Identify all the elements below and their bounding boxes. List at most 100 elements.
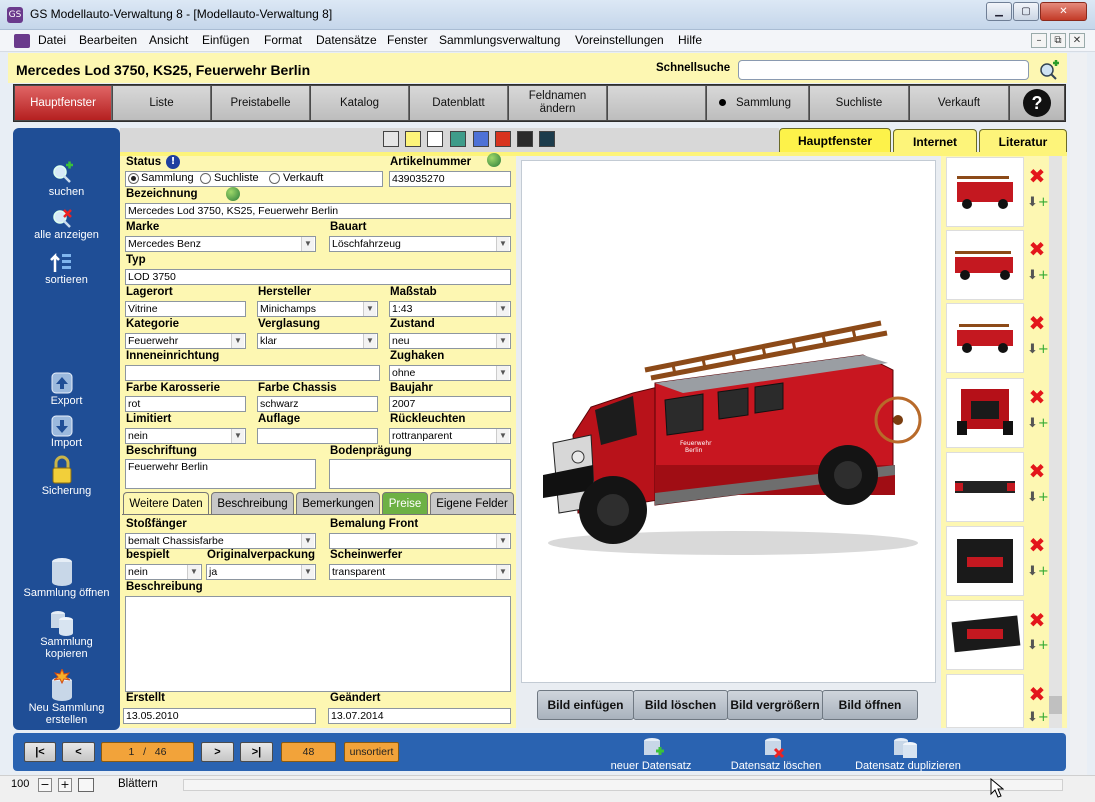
quick-search-input[interactable] xyxy=(738,60,1029,80)
delete-image-icon[interactable]: ✖ xyxy=(1028,313,1046,333)
limitiert-select[interactable]: nein xyxy=(125,428,246,444)
menu-voreinstellungen[interactable]: Voreinstellungen xyxy=(575,33,664,47)
mdi-restore-button[interactable]: ⧉ xyxy=(1050,33,1066,48)
zoom-in-button[interactable]: + xyxy=(58,778,72,792)
delete-image-icon[interactable]: ✖ xyxy=(1028,239,1046,259)
help-button[interactable]: ? xyxy=(1010,86,1064,120)
bemalung-front-select[interactable] xyxy=(329,533,511,549)
minimize-button[interactable]: ▁ xyxy=(986,2,1012,21)
massstab-select[interactable]: 1:43 xyxy=(389,301,511,317)
menu-einfuegen[interactable]: Einfügen xyxy=(202,33,249,47)
nav-suchliste[interactable]: Suchliste xyxy=(810,86,909,120)
beschreibung-textarea[interactable] xyxy=(125,596,511,692)
farbe-karosserie-input[interactable]: rot xyxy=(125,396,246,412)
thumbnail-scrollbar[interactable] xyxy=(1049,156,1062,728)
delete-image-icon[interactable]: ✖ xyxy=(1028,166,1046,186)
color-swatch-red[interactable] xyxy=(495,131,511,147)
thumbnail-6[interactable] xyxy=(946,526,1024,596)
close-button[interactable]: ✕ xyxy=(1040,2,1087,21)
lagerort-input[interactable]: Vitrine xyxy=(125,301,246,317)
farbe-chassis-input[interactable]: schwarz xyxy=(257,396,378,412)
color-swatch-yellow[interactable] xyxy=(405,131,421,147)
export-icon[interactable] xyxy=(50,371,74,395)
thumbnail-8-empty[interactable] xyxy=(946,674,1024,728)
mdi-close-button[interactable]: ✕ xyxy=(1069,33,1085,48)
color-swatch-blue[interactable] xyxy=(473,131,489,147)
first-record-button[interactable]: |< xyxy=(24,742,56,762)
menu-bearbeiten[interactable]: Bearbeiten xyxy=(79,33,137,47)
sort-status-button[interactable]: unsortiert xyxy=(344,742,399,762)
delete-image-icon[interactable]: ✖ xyxy=(1028,535,1046,555)
new-record-icon[interactable] xyxy=(642,737,664,759)
auflage-input[interactable] xyxy=(257,428,378,444)
toggle-toolbar-icon[interactable] xyxy=(78,778,94,792)
subtab-weitere-daten[interactable]: Weitere Daten xyxy=(123,492,209,515)
copy-collection-action[interactable]: Sammlung kopieren xyxy=(13,636,120,660)
nav-liste[interactable]: Liste xyxy=(113,86,211,120)
new-record-action[interactable]: neuer Datensatz xyxy=(596,760,706,772)
copy-database-icon[interactable] xyxy=(50,608,74,636)
menu-datensaetze[interactable]: Datensätze xyxy=(316,33,377,47)
window-scrollbar[interactable] xyxy=(1070,53,1087,775)
baujahr-input[interactable]: 2007 xyxy=(389,396,511,412)
menu-datei[interactable]: Datei xyxy=(38,33,66,47)
color-swatch-teal[interactable] xyxy=(450,131,466,147)
add-image-icon[interactable]: ⬇+ xyxy=(1027,193,1049,213)
thumbnail-1[interactable] xyxy=(946,157,1024,227)
stossfaenger-select[interactable]: bemalt Chassisfarbe xyxy=(125,533,316,549)
add-image-icon[interactable]: ⬇+ xyxy=(1027,708,1049,728)
export-action[interactable]: Export xyxy=(13,395,120,407)
menu-hilfe[interactable]: Hilfe xyxy=(678,33,702,47)
bauart-select[interactable]: Löschfahrzeug xyxy=(329,236,511,252)
thumbnail-3[interactable] xyxy=(946,303,1024,373)
nav-empty-button[interactable] xyxy=(608,86,706,120)
show-all-icon[interactable] xyxy=(50,206,74,230)
typ-input[interactable]: LOD 3750 xyxy=(125,269,511,285)
nav-verkauft[interactable]: Verkauft xyxy=(910,86,1009,120)
globe-icon[interactable] xyxy=(226,187,240,201)
subtab-preise[interactable]: Preise xyxy=(382,492,428,515)
subtab-eigene-felder[interactable]: Eigene Felder xyxy=(430,492,514,515)
bodenpraegung-textarea[interactable] xyxy=(329,459,511,489)
sort-icon[interactable] xyxy=(50,250,74,274)
show-all-action[interactable]: alle anzeigen xyxy=(13,229,120,241)
tab-internet[interactable]: Internet xyxy=(893,129,977,153)
menu-fenster[interactable]: Fenster xyxy=(387,33,428,47)
add-image-icon[interactable]: ⬇+ xyxy=(1027,340,1049,360)
duplicate-record-icon[interactable] xyxy=(893,737,919,759)
thumbnail-5[interactable] xyxy=(946,452,1024,522)
hersteller-select[interactable]: Minichamps xyxy=(257,301,378,317)
previous-record-button[interactable]: < xyxy=(62,742,95,762)
sort-action[interactable]: sortieren xyxy=(13,274,120,286)
color-swatch-black[interactable] xyxy=(517,131,533,147)
add-image-icon[interactable]: ⬇+ xyxy=(1027,414,1049,434)
inneneinrichtung-input[interactable] xyxy=(125,365,380,381)
new-collection-action[interactable]: Neu Sammlung erstellen xyxy=(13,702,120,726)
color-swatch-gray[interactable] xyxy=(383,131,399,147)
menu-ansicht[interactable]: Ansicht xyxy=(149,33,188,47)
zoom-out-button[interactable]: − xyxy=(38,778,52,792)
add-image-icon[interactable]: ⬇+ xyxy=(1027,636,1049,656)
globe-icon[interactable] xyxy=(487,153,501,167)
backup-action[interactable]: Sicherung xyxy=(13,485,120,497)
geaendert-input[interactable]: 13.07.2014 xyxy=(328,708,511,724)
open-collection-action[interactable]: Sammlung öffnen xyxy=(13,587,120,599)
new-database-icon[interactable] xyxy=(50,667,74,701)
status-radio-sammlung[interactable] xyxy=(128,173,139,184)
tab-hauptfenster[interactable]: Hauptfenster xyxy=(779,128,891,154)
duplicate-record-action[interactable]: Datensatz duplizieren xyxy=(848,760,968,772)
delete-image-icon[interactable]: ✖ xyxy=(1028,610,1046,630)
delete-image-icon[interactable]: ✖ xyxy=(1028,684,1046,704)
database-icon[interactable] xyxy=(50,557,74,587)
originalverpackung-select[interactable]: ja xyxy=(206,564,316,580)
bespielt-select[interactable]: nein xyxy=(125,564,202,580)
bild-oeffnen-button[interactable]: Bild öffnen xyxy=(822,690,918,720)
kategorie-select[interactable]: Feuerwehr xyxy=(125,333,246,349)
menu-format[interactable]: Format xyxy=(264,33,302,47)
nav-preistabelle[interactable]: Preistabelle xyxy=(212,86,310,120)
add-image-icon[interactable]: ⬇+ xyxy=(1027,488,1049,508)
delete-record-action[interactable]: Datensatz löschen xyxy=(722,760,830,772)
artikelnummer-input[interactable]: 439035270 xyxy=(389,171,511,187)
bezeichnung-input[interactable]: Mercedes Lod 3750, KS25, Feuerwehr Berli… xyxy=(125,203,511,219)
delete-record-icon[interactable] xyxy=(763,737,785,759)
